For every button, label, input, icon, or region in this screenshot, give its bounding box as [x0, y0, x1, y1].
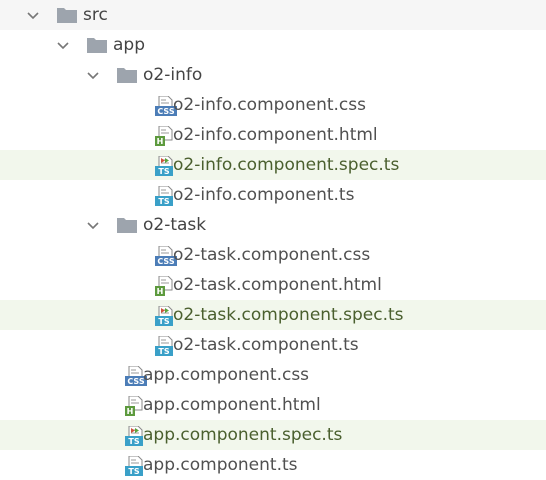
folder-label: o2-info	[143, 65, 203, 85]
svg-text:TS: TS	[128, 467, 139, 476]
svg-text:H: H	[157, 137, 164, 146]
tree-file-row[interactable]: CSS o2-task.component.css	[0, 240, 546, 270]
tree-file-row[interactable]: TS app.component.spec.ts	[0, 420, 546, 450]
tree-file-row[interactable]: Happ.component.html	[0, 390, 546, 420]
tree-file-row[interactable]: TS app.component.ts	[0, 450, 546, 480]
tree-file-row[interactable]: TS o2-info.component.spec.ts	[0, 150, 546, 180]
tree-folder-row[interactable]: o2-info	[0, 60, 546, 90]
tree-file-row[interactable]: Ho2-info.component.html	[0, 120, 546, 150]
svg-text:TS: TS	[158, 167, 169, 176]
tree-file-row[interactable]: TS o2-info.component.ts	[0, 180, 546, 210]
folder-icon	[116, 216, 142, 236]
file-label: o2-info.component.ts	[173, 185, 355, 205]
file-label: o2-info.component.css	[173, 95, 366, 115]
svg-text:TS: TS	[128, 437, 139, 446]
tree-file-row[interactable]: CSS o2-info.component.css	[0, 90, 546, 120]
folder-icon	[116, 66, 142, 86]
tree-file-row[interactable]: TS o2-task.component.ts	[0, 330, 546, 360]
project-file-tree: src app o2-info CSS o2-info.component.css Ho2…	[0, 0, 546, 476]
chevron-down-icon[interactable]	[26, 8, 40, 22]
file-label: o2-task.component.css	[173, 245, 371, 265]
chevron-down-icon[interactable]	[56, 38, 70, 52]
folder-icon	[86, 36, 112, 56]
tree-folder-row[interactable]: o2-task	[0, 210, 546, 240]
folder-label: src	[83, 5, 108, 25]
file-label: o2-task.component.ts	[173, 335, 359, 355]
file-label: o2-info.component.spec.ts	[173, 155, 400, 175]
file-label: o2-task.component.spec.ts	[173, 305, 404, 325]
svg-text:TS: TS	[158, 197, 169, 206]
tree-file-row[interactable]: CSS app.component.css	[0, 360, 546, 390]
folder-label: app	[113, 35, 145, 55]
file-label: app.component.css	[143, 365, 310, 385]
file-label: o2-info.component.html	[173, 125, 378, 145]
svg-text:TS: TS	[158, 347, 169, 356]
tree-folder-row[interactable]: src	[0, 0, 546, 30]
file-label: o2-task.component.html	[173, 275, 382, 295]
chevron-down-icon[interactable]	[86, 68, 100, 82]
file-label: app.component.html	[143, 395, 321, 415]
tree-file-row[interactable]: Ho2-task.component.html	[0, 270, 546, 300]
svg-text:H: H	[127, 407, 134, 416]
folder-icon	[56, 6, 82, 26]
chevron-down-icon[interactable]	[86, 218, 100, 232]
folder-label: o2-task	[143, 215, 207, 235]
tree-file-row[interactable]: TS o2-task.component.spec.ts	[0, 300, 546, 330]
tree-folder-row[interactable]: app	[0, 30, 546, 60]
svg-text:TS: TS	[158, 317, 169, 326]
svg-text:H: H	[157, 287, 164, 296]
file-label: app.component.spec.ts	[143, 425, 343, 445]
file-label: app.component.ts	[143, 455, 298, 475]
